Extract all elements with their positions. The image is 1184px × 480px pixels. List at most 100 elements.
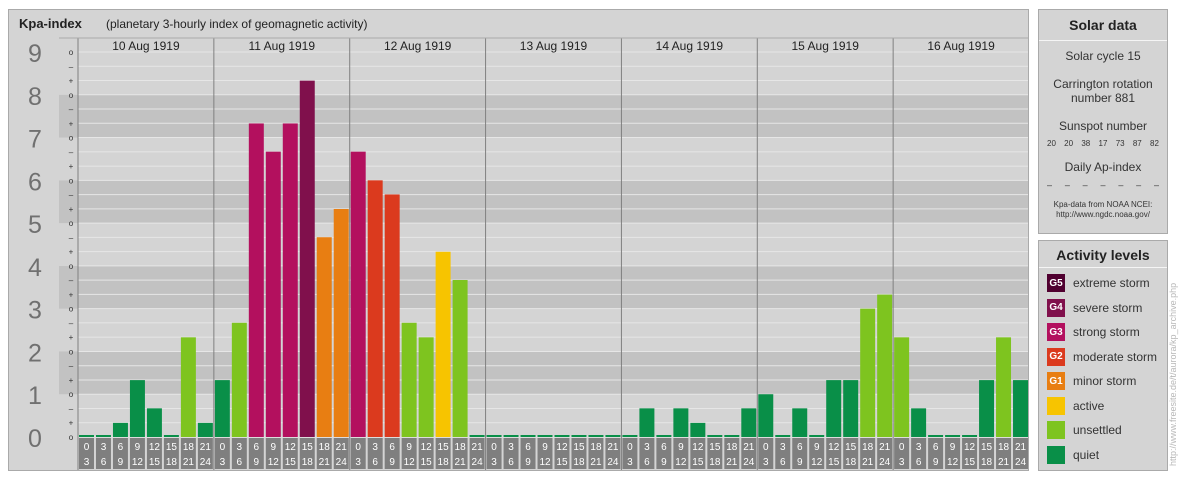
interval-end-label: 15 <box>556 457 568 468</box>
legend-item-minor-storm: G1 minor storm <box>1039 369 1167 394</box>
kp-bar <box>503 435 519 437</box>
kp-band <box>9 94 1028 138</box>
kp-band <box>9 137 1028 181</box>
kp-bar <box>401 322 417 437</box>
kp-bar <box>163 435 179 437</box>
interval-start-label: 3 <box>508 442 514 453</box>
interval-end-label: 3 <box>84 457 90 468</box>
interval-end-label: 3 <box>763 457 769 468</box>
interval-end-label: 15 <box>421 457 433 468</box>
kp-band <box>9 223 1028 266</box>
interval-start-label: 15 <box>981 442 993 453</box>
y-minor-tick: – <box>69 191 74 200</box>
kp-bar <box>95 435 111 437</box>
legend-swatch: G4 <box>1047 298 1065 317</box>
kp-bar <box>129 380 145 437</box>
kp-bar <box>299 80 315 438</box>
y-minor-tick: + <box>69 290 74 299</box>
kp-bar <box>554 435 570 437</box>
kp-bar <box>707 435 723 437</box>
kp-bar <box>520 435 536 437</box>
kp-bar <box>333 208 349 437</box>
interval-start-label: 3 <box>101 442 107 453</box>
interval-start-label: 21 <box>1015 442 1027 453</box>
interval-end-label: 15 <box>828 457 840 468</box>
interval-end-label: 18 <box>166 457 178 468</box>
y-minor-tick: o <box>69 134 74 143</box>
kp-bar <box>384 194 400 437</box>
interval-start-label: 12 <box>692 442 704 453</box>
kp-bar <box>656 435 672 437</box>
interval-start-label: 21 <box>879 442 891 453</box>
ap-value: – <box>1136 180 1142 190</box>
kpa-credit-line-1: Kpa-data from NOAA NCEI: <box>1053 200 1153 209</box>
legend-item-strong-storm: G3 strong storm <box>1039 320 1167 345</box>
kp-bar <box>724 435 740 437</box>
y-minor-tick: – <box>69 319 74 328</box>
legend-swatch: G3 <box>1047 323 1065 342</box>
interval-end-label: 15 <box>964 457 976 468</box>
kp-bar <box>877 294 893 437</box>
kp-bar <box>418 337 434 437</box>
interval-start-label: 12 <box>149 442 161 453</box>
legend-label: severe storm <box>1073 300 1143 315</box>
interval-start-label: 15 <box>573 442 585 453</box>
day-label: 14 Aug 1919 <box>656 39 724 53</box>
ap-value: – <box>1118 180 1124 190</box>
y-minor-tick: – <box>69 62 74 71</box>
y-minor-tick: + <box>69 119 74 128</box>
y-minor-tick: – <box>69 404 74 413</box>
legend-swatch: G1 <box>1047 372 1065 391</box>
sunspot-value: 87 <box>1132 139 1142 148</box>
y-minor-tick: o <box>69 219 74 228</box>
interval-end-label: 21 <box>590 457 602 468</box>
interval-start-label: 15 <box>166 442 178 453</box>
y-minor-tick: + <box>69 419 74 428</box>
interval-start-label: 18 <box>183 442 195 453</box>
interval-end-label: 12 <box>947 457 959 468</box>
interval-start-label: 6 <box>118 442 124 453</box>
y-minor-tick: + <box>69 162 74 171</box>
activity-levels-heading: Activity levels <box>1039 241 1167 268</box>
interval-end-label: 24 <box>336 457 348 468</box>
interval-start-label: 6 <box>389 442 395 453</box>
kp-bar <box>826 380 842 437</box>
kp-bar <box>197 422 213 437</box>
interval-end-label: 15 <box>692 457 704 468</box>
interval-start-label: 9 <box>950 442 956 453</box>
interval-end-label: 18 <box>438 457 450 468</box>
interval-end-label: 18 <box>709 457 721 468</box>
interval-start-label: 6 <box>661 442 667 453</box>
y-minor-tick: – <box>69 362 74 371</box>
solar-cycle: Solar cycle 15 <box>1065 49 1141 63</box>
interval-start-label: 3 <box>237 442 243 453</box>
kp-bar <box>605 435 621 437</box>
y-tick-label: 2 <box>28 339 42 367</box>
legend-label: extreme storm <box>1073 276 1150 291</box>
source-url: http://www.freesite.de/t/aurora/kp_archi… <box>1168 282 1178 466</box>
kp-bar <box>928 435 944 437</box>
interval-start-label: 21 <box>336 442 348 453</box>
kp-bar <box>367 180 383 438</box>
y-minor-tick: + <box>69 205 74 214</box>
kpa-chart-panel: o + – o + – o + – o + – o + – o + – o + – o + – o + – o 0 1 2 3 4 5 6 7 8 9 10… <box>8 9 1029 471</box>
y-tick-label: 7 <box>28 126 42 154</box>
kp-bar <box>843 380 859 437</box>
y-minor-tick: o <box>69 433 74 442</box>
y-minor-tick: + <box>69 77 74 86</box>
interval-start-label: 15 <box>438 442 450 453</box>
kp-bar <box>469 435 485 437</box>
kp-bar <box>758 394 774 437</box>
kpa-credit-line-2: http://www.ngdc.noaa.gov/ <box>1056 210 1150 219</box>
y-tick-label: 3 <box>28 297 42 325</box>
y-tick-label: 6 <box>28 168 42 196</box>
legend-label: active <box>1073 398 1105 413</box>
activity-levels-panel: Activity levels G5 extreme storm G4 seve… <box>1038 240 1168 471</box>
interval-start-label: 9 <box>271 442 277 453</box>
interval-end-label: 21 <box>726 457 738 468</box>
kp-bar <box>979 380 995 437</box>
kp-band <box>9 265 1028 309</box>
interval-end-label: 6 <box>508 457 514 468</box>
ap-value: – <box>1082 180 1088 190</box>
interval-end-label: 24 <box>1015 457 1027 468</box>
